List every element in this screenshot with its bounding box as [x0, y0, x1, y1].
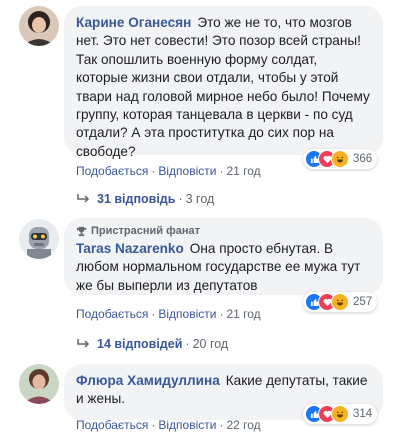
badge-label: Пристрасний фанат [91, 225, 200, 237]
like-link[interactable]: Подобається [76, 418, 148, 432]
separator: · [151, 164, 156, 178]
separator: · [219, 418, 224, 432]
separator: · [178, 192, 183, 206]
comment-actions: Подобається · Відповісти · 21 год [76, 307, 261, 321]
reaction-count: 366 [353, 153, 373, 165]
replies-time: 3 год [185, 192, 215, 206]
comment-time[interactable]: 21 год [226, 307, 260, 321]
comment-author[interactable]: Карине Оганесян [76, 15, 191, 30]
fan-badge: Пристрасний фанат [76, 224, 371, 238]
comment-time[interactable]: 21 год [226, 164, 260, 178]
haha-reaction-icon [331, 405, 349, 423]
reactions-summary[interactable]: 366 [303, 149, 378, 169]
like-link[interactable]: Подобається [76, 164, 148, 178]
comment-actions: Подобається · Відповісти · 22 год [76, 418, 261, 432]
comment-text: Это же не то, что мозгов нет. Это нет со… [76, 15, 370, 159]
separator: · [219, 307, 224, 321]
comment-time[interactable]: 22 год [226, 418, 260, 432]
replies-count[interactable]: 31 відповідь [97, 192, 175, 206]
reactions-summary[interactable]: 314 [303, 404, 378, 424]
reactions-summary[interactable]: 257 [303, 292, 378, 312]
replies-time: 20 год [192, 337, 229, 351]
separator: · [151, 307, 156, 321]
replies-count[interactable]: 14 відповідей [97, 337, 182, 351]
trophy-icon [76, 226, 87, 236]
reply-arrow-icon [77, 194, 90, 203]
comment-author[interactable]: Флюра Хамидуллина [76, 373, 220, 388]
avatar[interactable] [19, 6, 59, 46]
reply-link[interactable]: Відповісти [158, 164, 216, 178]
separator: · [185, 337, 190, 351]
view-replies-link[interactable]: 31 відповідь · 3 год [76, 192, 214, 206]
view-replies-link[interactable]: 14 відповідей · 20 год [76, 337, 228, 351]
reaction-count: 314 [353, 408, 373, 420]
reply-arrow-icon [77, 339, 90, 348]
comment-actions: Подобається · Відповісти · 21 год [76, 164, 261, 178]
separator: · [219, 164, 224, 178]
separator: · [151, 418, 156, 432]
haha-reaction-icon [331, 293, 349, 311]
comment-bubble: Пристрасний фанат Taras Nazarenko Она про… [64, 218, 383, 295]
like-link[interactable]: Подобається [76, 307, 148, 321]
avatar[interactable] [19, 364, 59, 404]
haha-reaction-icon [331, 150, 349, 168]
reply-link[interactable]: Відповісти [158, 418, 216, 432]
reaction-count: 257 [353, 296, 373, 308]
avatar[interactable] [19, 219, 59, 259]
comment-author[interactable]: Taras Nazarenko [76, 241, 184, 256]
reply-link[interactable]: Відповісти [158, 307, 216, 321]
comment-bubble: Карине Оганесян Это же не то, что мозгов … [64, 6, 383, 159]
